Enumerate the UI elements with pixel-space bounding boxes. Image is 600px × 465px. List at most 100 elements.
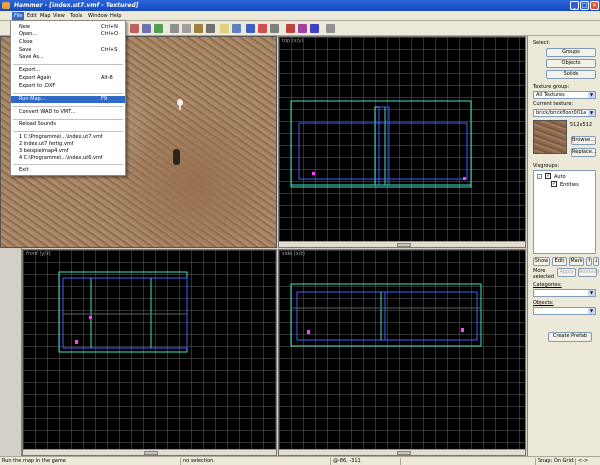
mark-button[interactable]: Mark xyxy=(569,257,584,266)
toolbar-tool-icon[interactable] xyxy=(270,24,279,33)
current-texture-select[interactable]: brick/brickfloor001a ▼ xyxy=(533,109,596,117)
menu-item-export[interactable]: Export... xyxy=(11,67,125,74)
menu-item-close[interactable]: Close xyxy=(11,39,125,46)
menu-separator xyxy=(13,164,123,165)
apply-button[interactable]: Apply xyxy=(557,268,576,277)
menu-item-save-as[interactable]: Save As... xyxy=(11,54,125,61)
menu-map[interactable]: Map xyxy=(40,13,51,19)
menu-help[interactable]: Help xyxy=(110,13,121,19)
menu-window[interactable]: Window xyxy=(88,13,108,19)
toolbar-tool-icon[interactable] xyxy=(258,24,267,33)
toolbar-tool-icon[interactable] xyxy=(142,24,151,33)
viewport-side-scrollbar[interactable] xyxy=(279,449,525,455)
visgroups-label: Visgroups: xyxy=(533,163,560,169)
grid-icon[interactable] xyxy=(206,24,215,33)
viewport-side[interactable]: side (x/z) xyxy=(278,249,526,456)
toolbar-tool-icon[interactable] xyxy=(130,24,139,33)
menu-separator xyxy=(13,64,123,65)
viewport-front-scrollbar[interactable] xyxy=(23,449,276,455)
object-properties-panel: Select: Groups Objects Solids Texture gr… xyxy=(527,36,600,456)
viewport-front[interactable]: front (y/z) xyxy=(22,249,277,456)
solids-button[interactable]: Solids xyxy=(546,70,596,79)
menu-view[interactable]: View xyxy=(53,13,65,19)
menu-item-reload-sounds[interactable]: Reload Sounds xyxy=(11,121,125,128)
menu-item-new[interactable]: New Ctrl+N xyxy=(11,24,125,31)
edit-button[interactable]: Edit xyxy=(552,257,567,266)
select-label: Select: xyxy=(533,40,551,46)
light-entity-icon[interactable] xyxy=(177,99,183,106)
chevron-down-icon: ▼ xyxy=(588,290,595,296)
toolbar-tool-icon[interactable] xyxy=(326,24,335,33)
menu-item-export-again[interactable]: Export Again Alt-B xyxy=(11,75,125,82)
create-prefab-button[interactable]: Create Prefab xyxy=(548,332,592,342)
objects-label: Objects: xyxy=(533,300,554,306)
toolbar-tool-icon[interactable] xyxy=(220,24,229,33)
menu-item-recent-1[interactable]: 1 C:\Programme\...\index.ut7.vmf xyxy=(11,134,125,141)
toolbar-tool-icon[interactable] xyxy=(310,24,319,33)
toolbar-tool-icon[interactable] xyxy=(246,24,255,33)
menu-edit[interactable]: Edit xyxy=(27,13,37,19)
menu-tools[interactable]: Tools xyxy=(70,13,82,19)
arrow-down-icon[interactable]: ↓ xyxy=(593,257,599,266)
visgroups-tree[interactable]: - ✓ Auto ✓ Entities xyxy=(533,170,596,254)
copy-icon[interactable] xyxy=(182,24,191,33)
menu-item-save[interactable]: Save Ctrl+S xyxy=(11,47,125,54)
close-button[interactable]: ✕ xyxy=(590,1,599,10)
status-coordinates: @-86, -311 xyxy=(330,458,400,465)
viewport-top-scrollbar[interactable] xyxy=(279,241,525,247)
player-start-entity-icon[interactable] xyxy=(173,149,180,165)
arrow-up-icon[interactable]: ↑ xyxy=(586,257,592,266)
objects-button[interactable]: Objects xyxy=(546,59,596,68)
minimize-button[interactable]: _ xyxy=(570,1,579,10)
texture-size: 512x512 xyxy=(570,122,593,128)
objects-select[interactable]: ▼ xyxy=(533,307,596,315)
groups-button[interactable]: Groups xyxy=(546,48,596,57)
menu-item-recent-2[interactable]: 2 index.ut7 fertig.vmf xyxy=(11,141,125,148)
menu-item-open[interactable]: Open... Ctrl+O xyxy=(11,31,125,38)
menu-separator xyxy=(13,93,123,94)
chevron-down-icon: ▼ xyxy=(588,110,595,116)
menu-item-exit[interactable]: Exit xyxy=(11,167,125,174)
menu-separator xyxy=(13,131,123,132)
top-view-brushes xyxy=(290,100,472,188)
current-texture-label: Current texture: xyxy=(533,101,574,107)
texture-group-select[interactable]: All Textures ▼ xyxy=(533,91,596,99)
categories-select[interactable]: ▼ xyxy=(533,289,596,297)
status-snap-grid: Snap: On Grid: 64 xyxy=(535,458,575,465)
remove-button[interactable]: Remove xyxy=(578,268,599,277)
browse-button[interactable]: Browse... xyxy=(571,136,596,145)
toolbar-tool-icon[interactable] xyxy=(232,24,241,33)
status-help-text: Run the map in the game xyxy=(2,458,66,464)
viewport-top[interactable]: top (x/y) xyxy=(278,36,526,248)
menu-item-convert-wad[interactable]: Convert WAD to VMT... xyxy=(11,109,125,116)
menu-item-export-dxf[interactable]: Export to .DXF xyxy=(11,83,125,90)
hammer-app-icon xyxy=(2,2,10,9)
visgroup-entities-checkbox[interactable]: ✓ xyxy=(551,181,557,187)
more-selected-label: More selected xyxy=(533,268,555,280)
toolbar-tool-icon[interactable] xyxy=(154,24,163,33)
texture-group-label: Texture group: xyxy=(533,84,570,90)
expand-icon[interactable]: - xyxy=(537,174,542,179)
visgroup-entities-label: Entities xyxy=(560,182,579,188)
menu-separator xyxy=(13,119,123,120)
paste-icon[interactable] xyxy=(194,24,203,33)
texture-preview xyxy=(533,120,567,154)
toolbar-tool-icon[interactable] xyxy=(298,24,307,33)
status-extra: <-> xyxy=(575,458,600,465)
menu-item-recent-3[interactable]: 3 beispielmap4.vmf xyxy=(11,148,125,155)
side-view-brushes xyxy=(290,283,482,347)
front-view-brushes xyxy=(58,271,188,353)
replace-button[interactable]: Replace... xyxy=(571,148,597,157)
menu-file[interactable]: File xyxy=(12,12,25,20)
visgroup-auto-checkbox[interactable]: ✓ xyxy=(545,173,551,179)
show-button[interactable]: Show xyxy=(533,257,550,266)
menu-item-run-map[interactable]: Run Map... F9 xyxy=(11,96,125,103)
status-selection: no selection. xyxy=(180,458,330,465)
chevron-down-icon: ▼ xyxy=(588,92,595,98)
maximize-button[interactable]: □ xyxy=(580,1,589,10)
cut-icon[interactable] xyxy=(170,24,179,33)
menu-separator xyxy=(13,106,123,107)
run-map-icon[interactable] xyxy=(286,24,295,33)
chevron-down-icon: ▼ xyxy=(588,308,595,314)
menu-item-recent-4[interactable]: 4 C:\Programme\...\index.ut6.vmf xyxy=(11,155,125,162)
